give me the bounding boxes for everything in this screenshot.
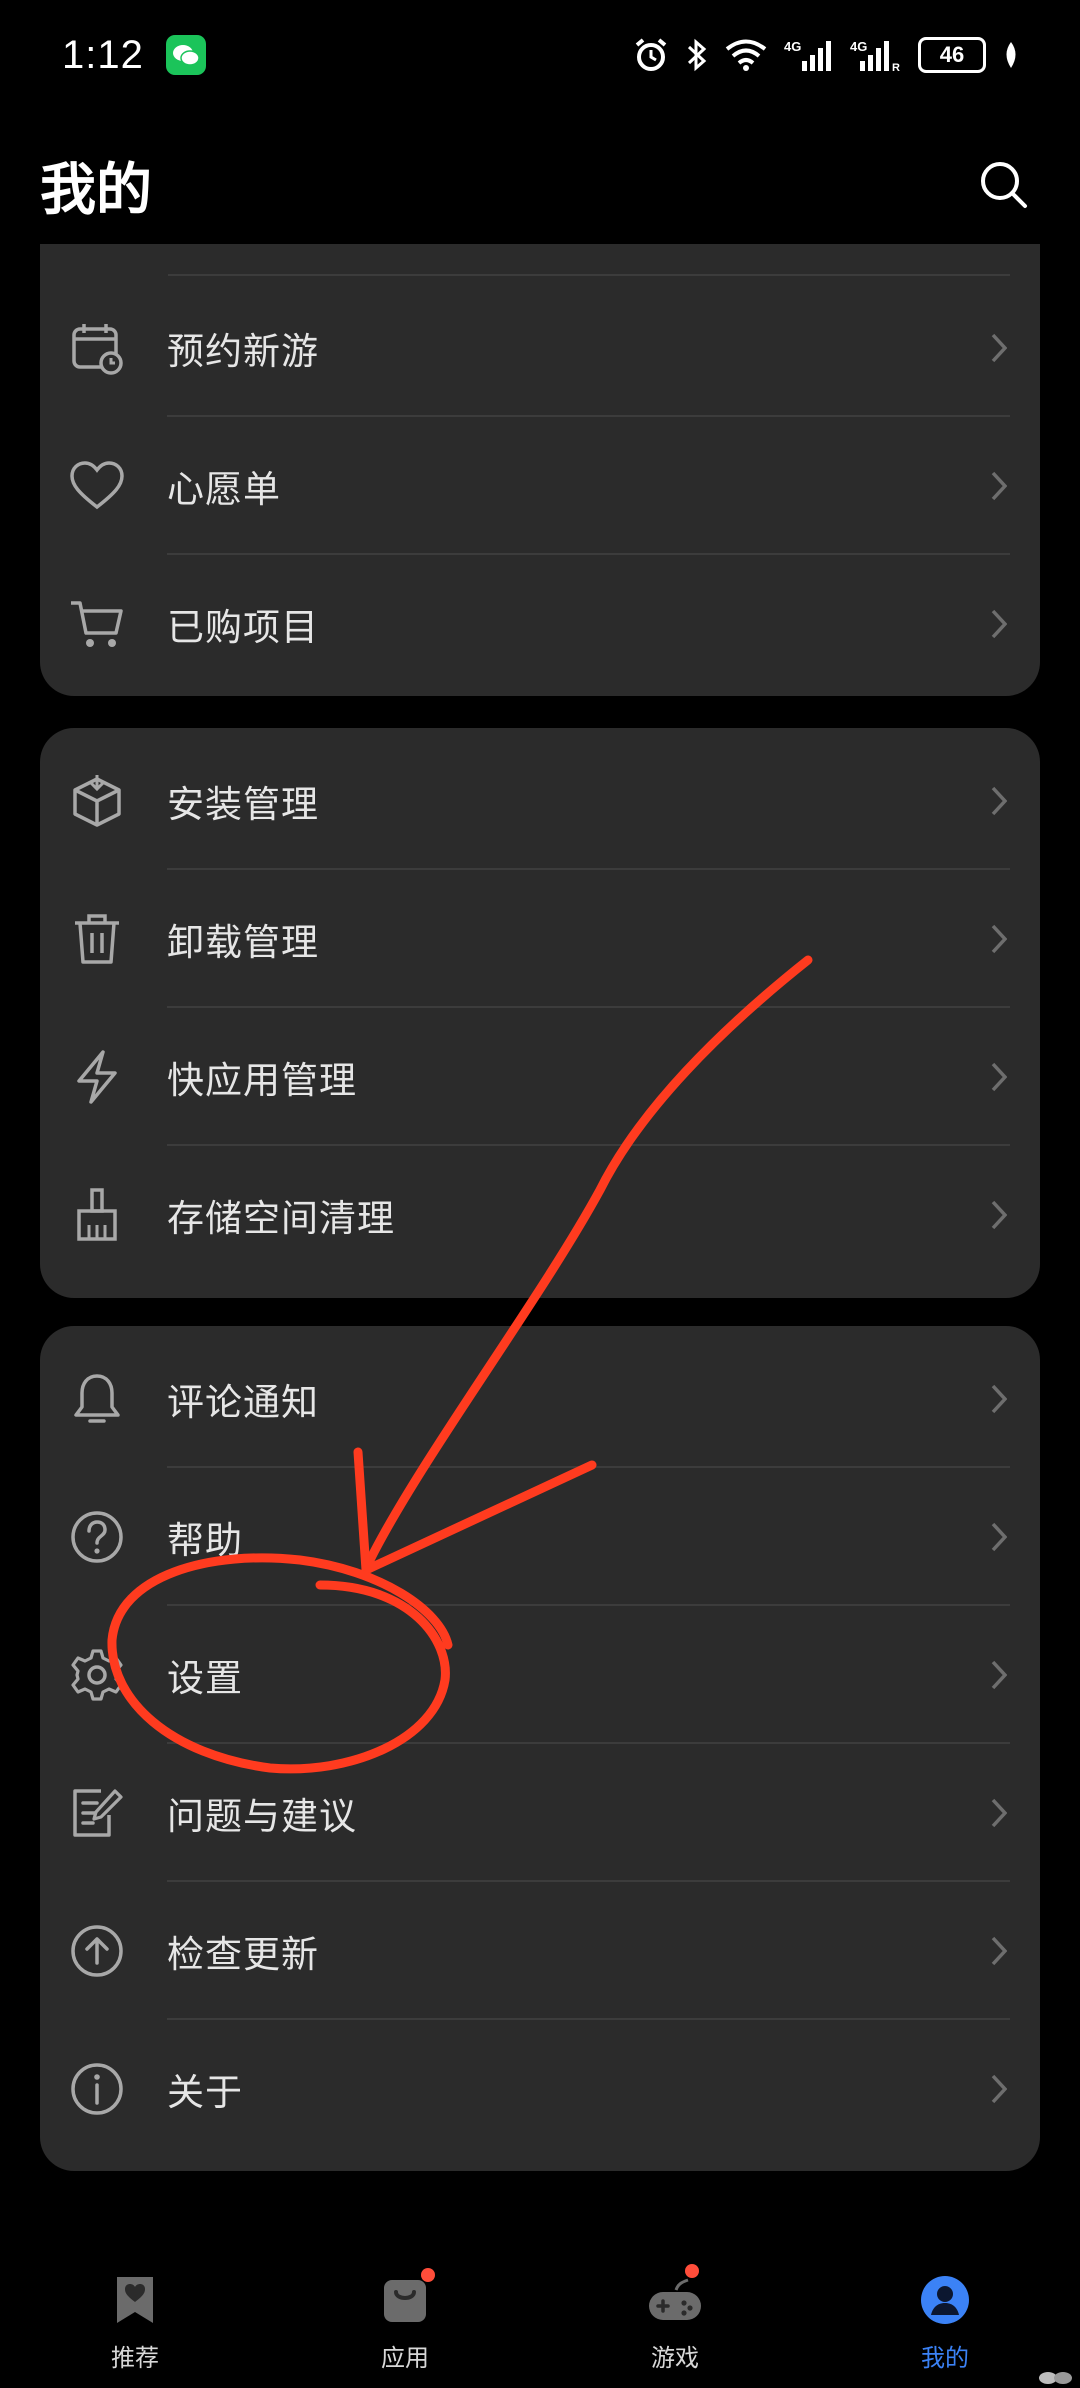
nav-label: 我的 bbox=[921, 2344, 969, 2372]
status-bar: 1:12 4G 4G R 46 bbox=[0, 0, 1080, 110]
svg-text:R: R bbox=[892, 62, 900, 73]
chevron-right-icon bbox=[988, 1379, 1010, 1419]
menu-item-wishlist[interactable]: 心愿单 bbox=[40, 417, 1040, 555]
cart-icon bbox=[68, 595, 126, 653]
shopping-bag-icon bbox=[375, 2268, 435, 2330]
menu-item-label: 安装管理 bbox=[167, 783, 319, 826]
heart-icon bbox=[68, 457, 126, 515]
menu-item-help[interactable]: 帮助 bbox=[40, 1468, 1040, 1606]
menu-item-uninstall-management[interactable]: 卸载管理 bbox=[40, 870, 1040, 1008]
menu-item-quick-app-management[interactable]: 快应用管理 bbox=[40, 1008, 1040, 1146]
menu-item-label: 检查更新 bbox=[167, 1933, 319, 1976]
nav-label: 游戏 bbox=[651, 2344, 699, 2372]
chevron-right-icon bbox=[988, 1517, 1010, 1557]
menu-item-label: 卸载管理 bbox=[167, 921, 319, 964]
card-group-2: 安装管理 卸载管理 快应用管理 存储空间清理 bbox=[40, 728, 1040, 1298]
menu-item-reserve-new-games[interactable]: 预约新游 bbox=[40, 279, 1040, 417]
chevron-right-icon bbox=[988, 328, 1010, 368]
leaf-icon bbox=[1002, 40, 1020, 70]
nav-label: 应用 bbox=[381, 2344, 429, 2372]
lightning-icon bbox=[68, 1048, 126, 1106]
menu-item-label: 心愿单 bbox=[167, 468, 281, 511]
chevron-right-icon bbox=[988, 2069, 1010, 2109]
watermark-icon bbox=[1039, 2372, 1072, 2384]
chevron-right-icon bbox=[988, 1931, 1010, 1971]
app-screen: 1:12 4G 4G R 46 我的 预约新游 心愿单 已购项目 安装管理 卸载… bbox=[0, 0, 1080, 2388]
menu-item-comment-notifications[interactable]: 评论通知 bbox=[40, 1330, 1040, 1468]
menu-item-label: 已购项目 bbox=[167, 606, 319, 649]
card-group-1: 预约新游 心愿单 已购项目 bbox=[40, 244, 1040, 696]
nav-recommend[interactable]: 推荐 bbox=[35, 2270, 235, 2373]
status-time: 1:12 bbox=[62, 32, 144, 77]
bookmark-heart-icon bbox=[105, 2270, 165, 2330]
menu-item-label: 存储空间清理 bbox=[167, 1197, 395, 1240]
menu-item-label: 问题与建议 bbox=[167, 1795, 357, 1838]
help-icon bbox=[68, 1508, 126, 1566]
nav-games[interactable]: 游戏 bbox=[575, 2264, 775, 2373]
menu-item-label: 帮助 bbox=[167, 1519, 243, 1562]
menu-item-feedback[interactable]: 问题与建议 bbox=[40, 1744, 1040, 1882]
chevron-right-icon bbox=[988, 1195, 1010, 1235]
chevron-right-icon bbox=[988, 919, 1010, 959]
menu-item-label: 设置 bbox=[167, 1657, 243, 1700]
trash-icon bbox=[68, 910, 126, 968]
menu-item-install-management[interactable]: 安装管理 bbox=[40, 732, 1040, 870]
nav-me[interactable]: 我的 bbox=[845, 2270, 1045, 2373]
chevron-right-icon bbox=[988, 466, 1010, 506]
calendar-clock-icon bbox=[68, 319, 126, 377]
menu-item-check-updates[interactable]: 检查更新 bbox=[40, 1882, 1040, 2020]
broom-icon bbox=[68, 1186, 126, 1244]
bluetooth-icon bbox=[686, 37, 708, 73]
chevron-right-icon bbox=[988, 781, 1010, 821]
menu-item-label: 预约新游 bbox=[167, 330, 319, 373]
arrow-up-circle-icon bbox=[68, 1922, 126, 1980]
chevron-right-icon bbox=[988, 1655, 1010, 1695]
chevron-right-icon bbox=[988, 1057, 1010, 1097]
menu-item-storage-cleanup[interactable]: 存储空间清理 bbox=[40, 1146, 1040, 1284]
chevron-right-icon bbox=[988, 1793, 1010, 1833]
info-icon bbox=[68, 2060, 126, 2118]
svg-text:4G: 4G bbox=[850, 39, 867, 54]
divider bbox=[168, 274, 1010, 276]
signal-4g-r-icon: 4G R bbox=[850, 37, 902, 73]
nav-label: 推荐 bbox=[111, 2344, 159, 2372]
package-icon bbox=[68, 772, 126, 830]
chevron-right-icon bbox=[988, 604, 1010, 644]
gear-icon bbox=[68, 1646, 126, 1704]
menu-item-label: 快应用管理 bbox=[167, 1059, 357, 1102]
wifi-icon bbox=[724, 38, 768, 72]
bottom-nav: 推荐 应用 游戏 我的 bbox=[0, 2240, 1080, 2388]
badge-dot bbox=[685, 2264, 699, 2278]
nav-apps[interactable]: 应用 bbox=[305, 2268, 505, 2373]
battery-level: 46 bbox=[939, 42, 965, 67]
feedback-icon bbox=[68, 1784, 126, 1842]
bell-icon bbox=[68, 1370, 126, 1428]
svg-text:4G: 4G bbox=[784, 39, 801, 54]
menu-item-settings[interactable]: 设置 bbox=[40, 1606, 1040, 1744]
menu-item-label: 评论通知 bbox=[167, 1381, 319, 1424]
menu-item-purchased[interactable]: 已购项目 bbox=[40, 555, 1040, 693]
gamepad-icon bbox=[645, 2264, 705, 2330]
alarm-icon bbox=[632, 36, 670, 74]
search-icon bbox=[981, 162, 1027, 208]
signal-4g-icon: 4G bbox=[784, 37, 834, 73]
page-title: 我的 bbox=[40, 157, 152, 223]
person-icon bbox=[915, 2270, 975, 2330]
wechat-icon bbox=[165, 35, 206, 75]
menu-item-label: 关于 bbox=[167, 2071, 243, 2114]
search-button[interactable] bbox=[974, 155, 1034, 215]
menu-item-about[interactable]: 关于 bbox=[40, 2020, 1040, 2158]
card-group-3: 评论通知 帮助 设置 问题与建议 检查更新 关于 bbox=[40, 1326, 1040, 2171]
page-header: 我的 bbox=[0, 130, 1080, 240]
badge-dot bbox=[421, 2268, 435, 2282]
battery-icon: 46 bbox=[918, 37, 986, 73]
